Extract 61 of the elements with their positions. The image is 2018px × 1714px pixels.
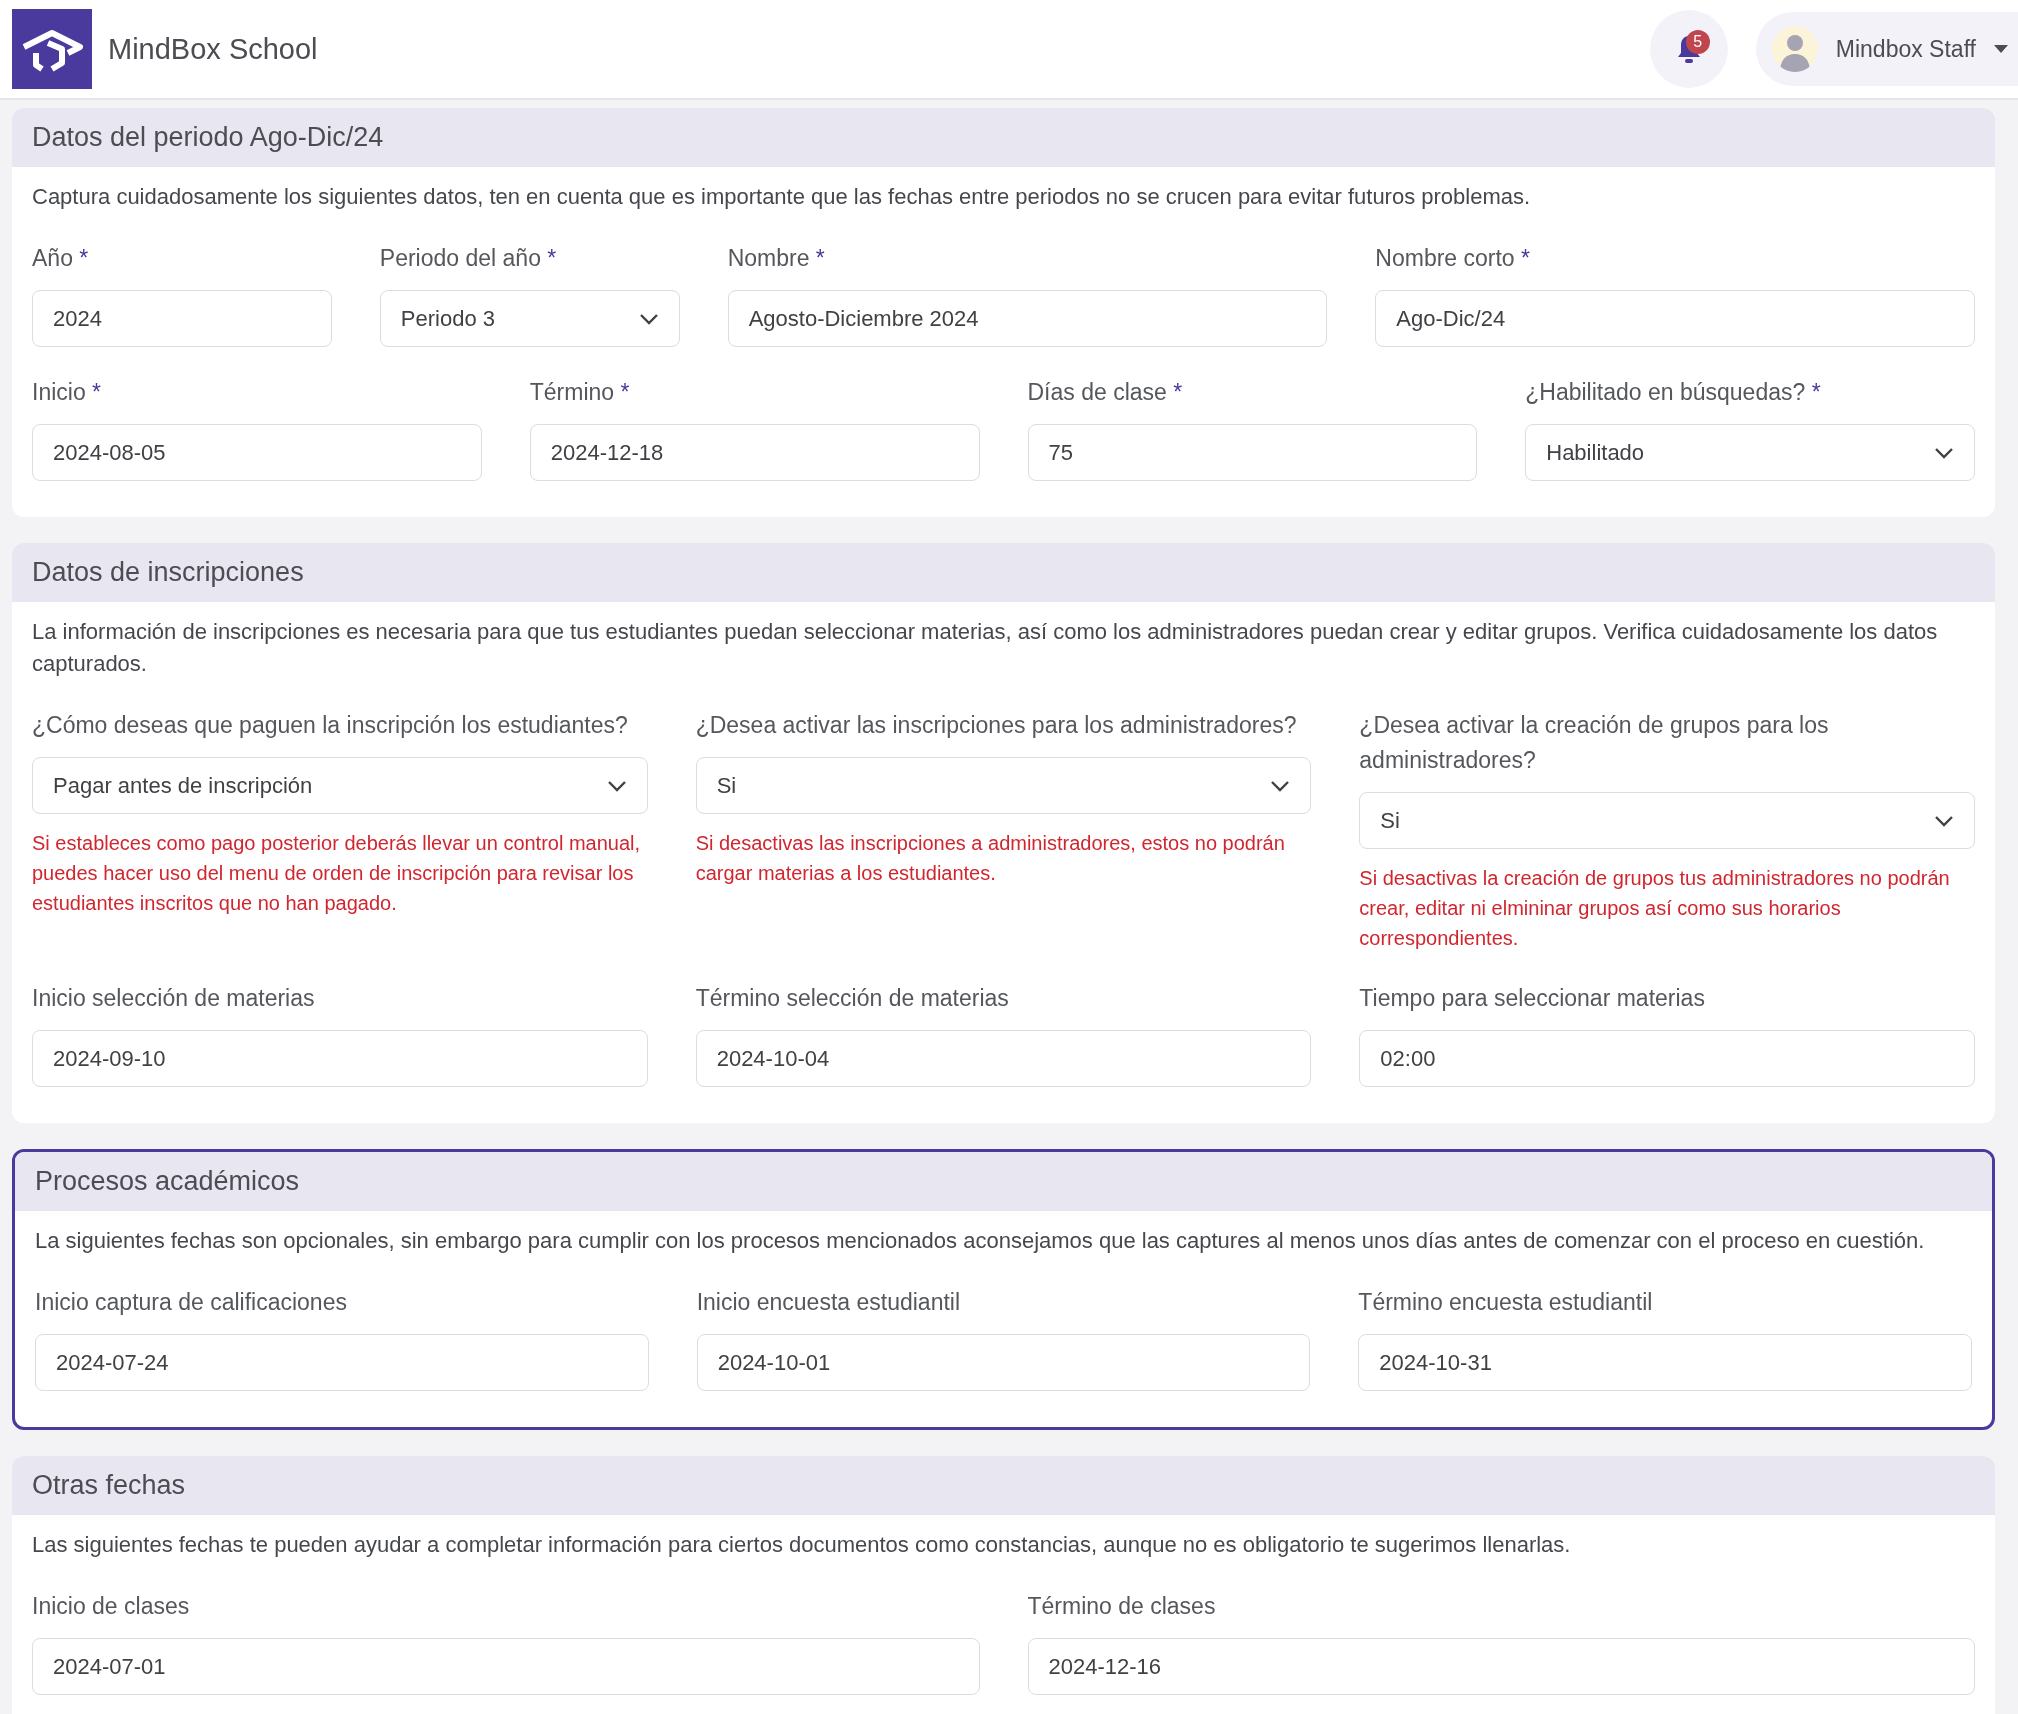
section-title: Otras fechas (12, 1456, 1995, 1515)
section-description: La información de inscripciones es necesaria para que tus estudiantes puedan seleccionar materias, así como los administradores puedan crear y editar grupos. Verifica cuidadosamente los datos capturados. (32, 618, 1939, 678)
text-field[interactable]: 02:00 (1359, 1030, 1975, 1087)
text-field[interactable]: Agosto-Diciembre 2024 (727, 290, 1328, 347)
text-field[interactable]: 2024-12-16 (1027, 1638, 1975, 1695)
chevron-down-icon (1270, 779, 1291, 792)
text-field[interactable]: 2024-10-04 (695, 1030, 1312, 1087)
section-title: Procesos académicos (15, 1152, 1992, 1211)
field-label: Inicio selección de materias (32, 984, 316, 1013)
field-label: Tiempo para seleccionar materias (1359, 984, 1706, 1013)
field-label: Término selección de materias (695, 984, 1010, 1013)
section-title: Datos de inscripciones (12, 543, 1995, 602)
text-field[interactable]: 2024 (32, 290, 332, 347)
text-field[interactable]: 2024-10-01 (696, 1334, 1311, 1391)
field-label: Año * (32, 244, 90, 273)
brand-name: MindBox School (108, 32, 319, 66)
field-label: Inicio * (32, 378, 103, 407)
field-label: Días de clase * (1027, 378, 1184, 407)
field-label: Término encuesta estudiantil (1358, 1288, 1654, 1317)
avatar-icon (1771, 26, 1818, 72)
chevron-down-icon (638, 312, 659, 325)
text-field[interactable]: 2024-07-01 (32, 1638, 980, 1695)
select-field[interactable]: Si (1359, 792, 1975, 849)
warning-text: Si estableces como pago posterior deberás llevar un control manual, puedes hacer uso del menu de orden de inscripción para revisar los estudiantes inscritos que no han pagado. (32, 831, 642, 916)
user-menu-button[interactable]: Mindbox Staff (1755, 12, 2018, 86)
text-field[interactable]: 75 (1027, 424, 1478, 481)
caret-down-icon (1994, 45, 2008, 53)
field-label: Periodo del año * (379, 244, 558, 273)
chevron-down-icon (1934, 814, 1954, 827)
text-field[interactable]: 2024-10-31 (1358, 1334, 1972, 1391)
section-description: Captura cuidadosamente los siguientes datos, ten en cuenta que es importante que las fechas entre periodos no se crucen para evitar futuros problemas. (32, 183, 1532, 211)
select-field[interactable]: Pagar antes de inscripción (32, 757, 648, 814)
notifications-button[interactable]: 5 (1649, 10, 1728, 88)
field-label: Nombre corto * (1375, 244, 1531, 273)
field-label: Término * (529, 378, 631, 407)
section-description: La siguientes fechas son opcionales, sin embargo para cumplir con los procesos mencionados aconsejamos que las captures al menos unos días antes de comenzar con el proceso en cuestión. (35, 1227, 1926, 1255)
field-label: Inicio encuesta estudiantil (696, 1288, 962, 1317)
text-field[interactable]: Ago-Dic/24 (1375, 290, 1975, 347)
field-label: Término de clases (1027, 1592, 1217, 1621)
field-label: ¿Cómo deseas que paguen la inscripción los estudiantes? (32, 711, 629, 740)
logo-icon (12, 9, 92, 89)
text-field[interactable]: 2024-09-10 (32, 1030, 648, 1087)
section-description: Las siguientes fechas te pueden ayudar a completar información para ciertos documentos como constancias, aunque no es obligatorio te sugerimos llenarlas. (32, 1531, 1572, 1559)
field-label: Nombre * (727, 244, 826, 273)
select-field[interactable]: Si (695, 757, 1312, 814)
chevron-down-icon (606, 779, 627, 792)
warning-text: Si desactivas las inscripciones a administradores, estos no podrán cargar materias a los estudiantes. (695, 831, 1286, 886)
select-field[interactable]: Habilitado (1525, 424, 1975, 481)
warning-text: Si desactivas la creación de grupos tus administradores no podrán crear, editar ni elmininar grupos así como sus horarios correspondientes. (1359, 866, 1951, 951)
section-title: Datos del periodo Ago-Dic/24 (12, 108, 1995, 167)
field-label: ¿Desea activar las inscripciones para los administradores? (695, 711, 1298, 740)
field-label: Inicio de clases (32, 1592, 191, 1621)
text-field[interactable]: 2024-12-18 (529, 424, 980, 481)
notification-count: 5 (1685, 30, 1710, 54)
text-field[interactable]: 2024-07-24 (35, 1334, 649, 1391)
text-field[interactable]: 2024-08-05 (32, 424, 482, 481)
chevron-down-icon (1934, 446, 1954, 459)
select-field[interactable]: Periodo 3 (379, 290, 680, 347)
field-label: Inicio captura de calificaciones (35, 1288, 348, 1317)
field-label: ¿Desea activar la creación de grupos para los administradores? (1359, 711, 1830, 775)
field-label: ¿Habilitado en búsquedas? * (1525, 378, 1822, 407)
